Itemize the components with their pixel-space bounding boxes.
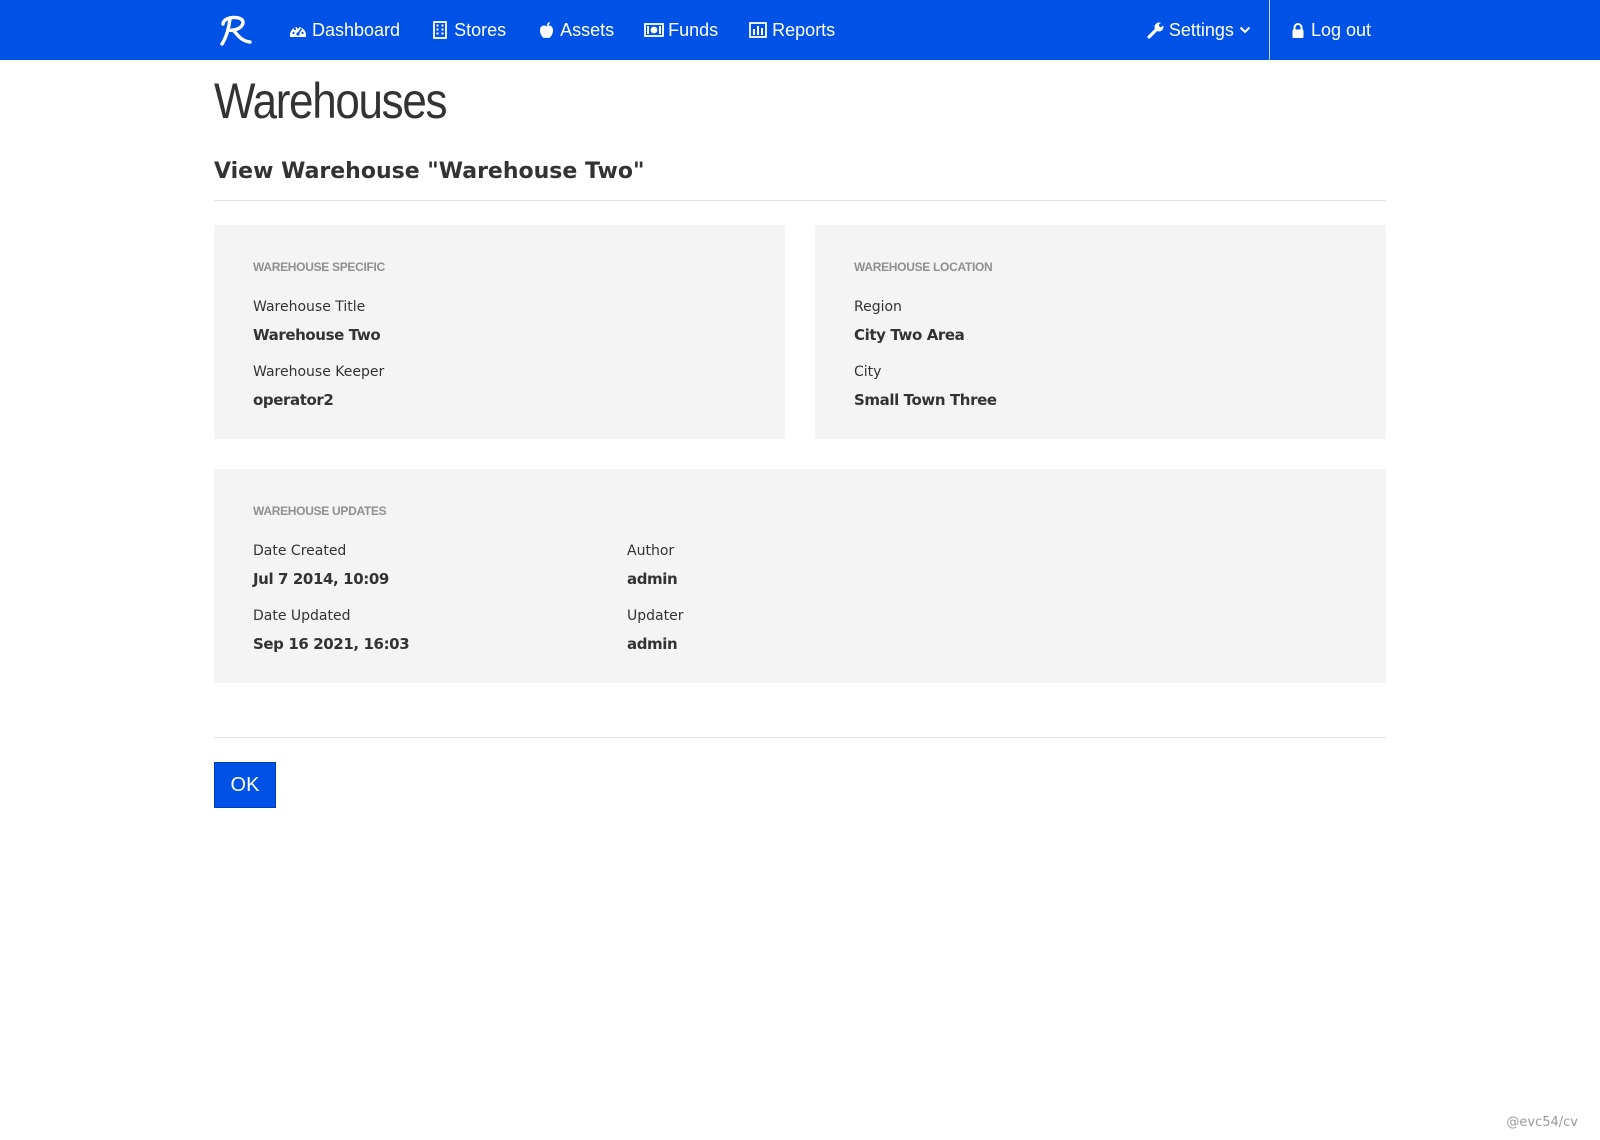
panel-heading-location: WAREHOUSE LOCATION — [854, 260, 993, 274]
building-icon — [430, 20, 450, 40]
panel-heading-specific: WAREHOUSE SPECIFIC — [253, 260, 385, 274]
nav-reports-label: Reports — [772, 19, 836, 40]
field-value: admin — [627, 635, 678, 653]
logout-label: Log out — [1310, 19, 1371, 40]
field-label: City — [854, 364, 882, 380]
field-label: Date Updated — [253, 608, 351, 624]
credit-watermark: @evc54/cv — [1506, 1115, 1578, 1130]
money-icon — [644, 20, 665, 40]
page-title: Warehouses — [214, 73, 448, 129]
nav-funds[interactable]: Funds — [644, 0, 718, 60]
navbar-container: Dashboard Stores Assets Funds Reports Se… — [214, 0, 1386, 60]
nav-stores[interactable]: Stores — [430, 0, 506, 60]
date-updated-field: Date Updated Sep 16 2021, 16:03 — [253, 608, 410, 653]
field-value: Sep 16 2021, 16:03 — [253, 635, 410, 653]
bar-chart-icon — [748, 20, 768, 40]
panel-heading-updates: WAREHOUSE UPDATES — [253, 504, 387, 518]
field-label: Date Created — [253, 543, 347, 559]
dashboard-icon — [288, 20, 308, 40]
brand-logo[interactable] — [214, 10, 254, 50]
nav-reports[interactable]: Reports — [748, 0, 835, 60]
main-menu: Dashboard Stores Assets Funds Reports — [288, 0, 865, 60]
page-subtitle: View Warehouse "Warehouse Two" — [214, 159, 645, 184]
field-label: Region — [854, 299, 902, 315]
warehouse-location-panel: WAREHOUSE LOCATION Region City Two Area … — [815, 225, 1386, 439]
warehouse-updates-panel: WAREHOUSE UPDATES Date Created Jul 7 201… — [214, 469, 1386, 683]
date-created-field: Date Created Jul 7 2014, 10:09 — [253, 543, 389, 588]
author-field: Author admin — [627, 543, 678, 588]
apple-icon — [536, 20, 556, 40]
field-label: Warehouse Keeper — [253, 364, 385, 380]
field-label: Author — [627, 543, 675, 559]
field-value: City Two Area — [854, 326, 965, 344]
field-value: admin — [627, 570, 678, 588]
lock-icon — [1288, 20, 1308, 40]
updater-field: Updater admin — [627, 608, 683, 653]
field-value: Jul 7 2014, 10:09 — [253, 570, 389, 588]
warehouse-specific-panel: WAREHOUSE SPECIFIC Warehouse Title Wareh… — [214, 225, 785, 439]
field-label: Updater — [627, 608, 684, 624]
nav-dashboard-label: Dashboard — [312, 19, 401, 40]
field-value: Warehouse Two — [253, 326, 381, 344]
settings-label: Settings — [1168, 19, 1234, 40]
ok-button[interactable]: OK — [214, 762, 276, 808]
settings-dropdown[interactable]: Settings — [1146, 0, 1270, 60]
header-divider — [214, 200, 1386, 201]
field-value: Small Town Three — [854, 391, 997, 409]
field-value: operator2 — [253, 391, 334, 409]
user-menu: Settings Log out — [1146, 0, 1386, 60]
nav-assets-label: Assets — [560, 19, 615, 40]
warehouse-keeper-field: Warehouse Keeper operator2 — [253, 364, 384, 409]
nav-dashboard[interactable]: Dashboard — [288, 0, 400, 60]
nav-stores-label: Stores — [454, 19, 507, 40]
nav-assets[interactable]: Assets — [536, 0, 614, 60]
wrench-icon — [1146, 20, 1166, 40]
logout-link[interactable]: Log out — [1270, 0, 1386, 60]
field-label: Warehouse Title — [253, 299, 366, 315]
actions-divider — [214, 737, 1386, 738]
city-field: City Small Town Three — [854, 364, 997, 409]
top-navbar: Dashboard Stores Assets Funds Reports Se… — [0, 0, 1600, 60]
region-field: Region City Two Area — [854, 299, 965, 344]
chevron-down-icon — [1239, 24, 1251, 36]
nav-funds-label: Funds — [668, 19, 719, 40]
warehouse-title-field: Warehouse Title Warehouse Two — [253, 299, 381, 344]
